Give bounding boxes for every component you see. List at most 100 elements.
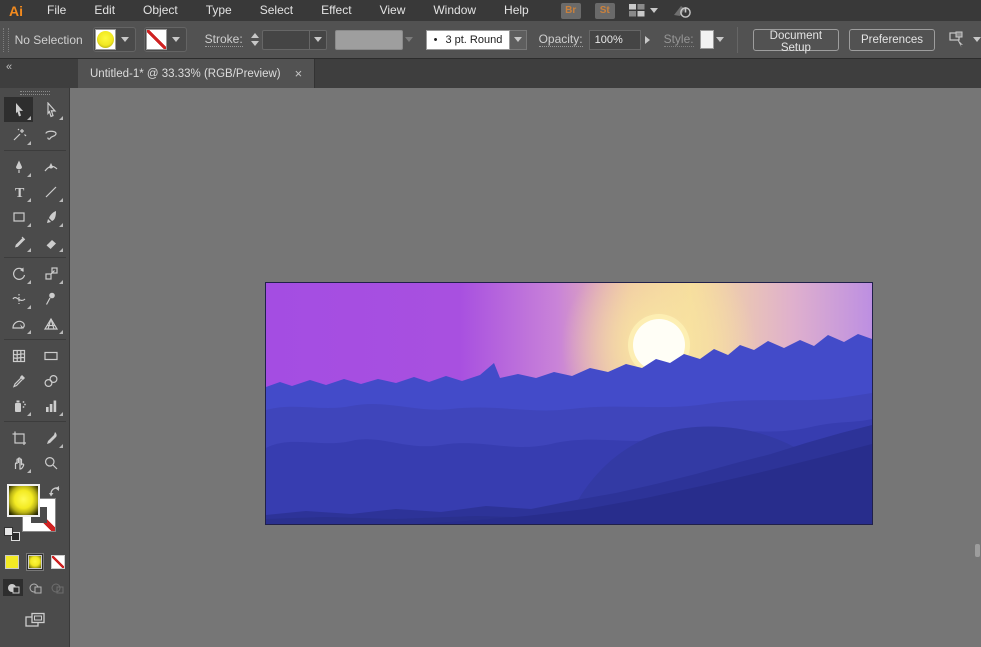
collapse-panel-button[interactable]: « (6, 61, 12, 73)
puppet-warp-tool[interactable] (36, 286, 65, 311)
none-button[interactable] (49, 553, 67, 571)
magic-wand-tool[interactable] (4, 122, 33, 147)
gradient-button[interactable] (25, 553, 44, 571)
lasso-tool[interactable] (36, 122, 65, 147)
brush-definition-dropdown[interactable]: • 3 pt. Round (425, 29, 527, 50)
divider (3, 150, 66, 151)
close-tab-icon[interactable]: × (295, 67, 303, 80)
workspace-switcher[interactable] (628, 4, 658, 17)
bridge-button[interactable]: Br (560, 2, 581, 19)
divider (3, 257, 66, 258)
gradient-icon (43, 351, 58, 360)
stroke-weight-dropdown[interactable] (262, 29, 328, 50)
stroke-color-control[interactable] (143, 27, 187, 52)
fill-dropdown-button[interactable] (116, 29, 134, 50)
stroke-weight-chevron[interactable] (310, 29, 328, 50)
select-similar-control[interactable] (948, 31, 981, 48)
artboard-icon (12, 431, 26, 445)
style-label[interactable]: Style: (663, 32, 694, 47)
menu-file[interactable]: File (33, 0, 80, 21)
draw-inside-button[interactable] (47, 579, 67, 596)
rotate-tool[interactable] (4, 261, 33, 286)
menu-view[interactable]: View (366, 0, 420, 21)
column-graph-tool[interactable] (36, 393, 65, 418)
drawing-modes (0, 579, 69, 596)
slice-knife-icon (46, 431, 57, 444)
screen-mode-button[interactable] (22, 610, 48, 630)
stroke-swatch[interactable] (145, 29, 167, 50)
paintbrush-tool[interactable] (36, 204, 65, 229)
line-segment-tool[interactable] (36, 179, 65, 204)
hand-tool[interactable] (4, 450, 33, 475)
mesh-tool[interactable] (4, 343, 33, 368)
menu-type[interactable]: Type (192, 0, 246, 21)
pen-icon (15, 160, 22, 173)
illustrator-logo: Ai (9, 2, 23, 19)
canvas-pasteboard[interactable] (71, 88, 981, 647)
gradient-tool[interactable] (36, 343, 65, 368)
scale-tool[interactable] (36, 261, 65, 286)
pen-tool[interactable] (4, 154, 33, 179)
document-tab[interactable]: Untitled-1* @ 33.33% (RGB/Preview) × (78, 59, 316, 88)
style-swatch[interactable] (699, 30, 714, 49)
artboard-tool[interactable] (4, 425, 33, 450)
menu-select[interactable]: Select (246, 0, 307, 21)
panel-grip[interactable] (3, 27, 9, 52)
stock-button[interactable]: St (594, 2, 615, 19)
menu-edit[interactable]: Edit (80, 0, 129, 21)
paintbrush-icon (46, 210, 56, 223)
slice-tool[interactable] (36, 425, 65, 450)
power-icon[interactable] (672, 3, 692, 19)
width-profile-chevron (403, 29, 416, 50)
stepper-up-icon (251, 33, 260, 38)
draw-behind-button[interactable] (25, 579, 45, 596)
selection-tool[interactable] (4, 97, 33, 122)
color-button[interactable] (3, 553, 21, 571)
opacity-input[interactable] (588, 29, 641, 50)
mesh-icon (12, 349, 25, 362)
hand-icon (14, 456, 24, 470)
opacity-label[interactable]: Opacity: (538, 32, 583, 47)
curvature-tool[interactable] (36, 154, 65, 179)
fill-color-control[interactable] (92, 27, 136, 52)
direct-selection-tool[interactable] (36, 97, 65, 122)
brush-chevron[interactable] (509, 29, 527, 50)
swap-fill-stroke-icon[interactable] (48, 484, 62, 498)
preferences-button[interactable]: Preferences (848, 28, 935, 51)
fill-gradient-preview (96, 31, 114, 48)
type-tool[interactable]: T (4, 179, 33, 204)
perspective-grid-tool[interactable] (36, 311, 65, 336)
fill-swatch[interactable] (94, 29, 116, 50)
panel-drag-handle[interactable] (19, 91, 50, 95)
menu-window[interactable]: Window (419, 0, 490, 21)
stroke-dropdown-button[interactable] (167, 29, 185, 50)
zoom-tool[interactable] (36, 450, 65, 475)
document-setup-button[interactable]: Document Setup (752, 28, 839, 54)
pencil-icon (14, 236, 25, 247)
brush-field[interactable]: • 3 pt. Round (425, 29, 510, 50)
style-dropdown-button[interactable] (714, 29, 727, 50)
shape-builder-tool[interactable] (4, 311, 33, 336)
stroke-weight-field[interactable] (262, 29, 311, 50)
symbol-sprayer-tool[interactable] (4, 393, 33, 418)
opacity-expand-icon[interactable] (644, 35, 650, 44)
stroke-weight-label[interactable]: Stroke: (204, 32, 243, 47)
width-tool[interactable] (4, 286, 33, 311)
blend-tool[interactable] (36, 368, 65, 393)
eraser-tool[interactable] (36, 229, 65, 254)
default-fill-stroke-icon[interactable] (4, 527, 20, 541)
vertical-scrollbar-thumb[interactable] (975, 544, 980, 557)
menu-effect[interactable]: Effect (307, 0, 365, 21)
tools-panel: T (0, 88, 70, 647)
tab-bar: « Untitled-1* @ 33.33% (RGB/Preview) × (0, 59, 981, 88)
rectangle-tool[interactable] (4, 204, 33, 229)
fill-swatch-large[interactable] (7, 484, 40, 517)
artboard[interactable] (265, 282, 873, 525)
shaper-tool[interactable] (4, 229, 33, 254)
draw-normal-button[interactable] (2, 579, 23, 596)
stroke-weight-stepper[interactable] (251, 30, 260, 50)
screen-mode-icon (24, 612, 45, 627)
menu-help[interactable]: Help (490, 0, 543, 21)
menu-object[interactable]: Object (129, 0, 192, 21)
eyedropper-tool[interactable] (4, 368, 33, 393)
